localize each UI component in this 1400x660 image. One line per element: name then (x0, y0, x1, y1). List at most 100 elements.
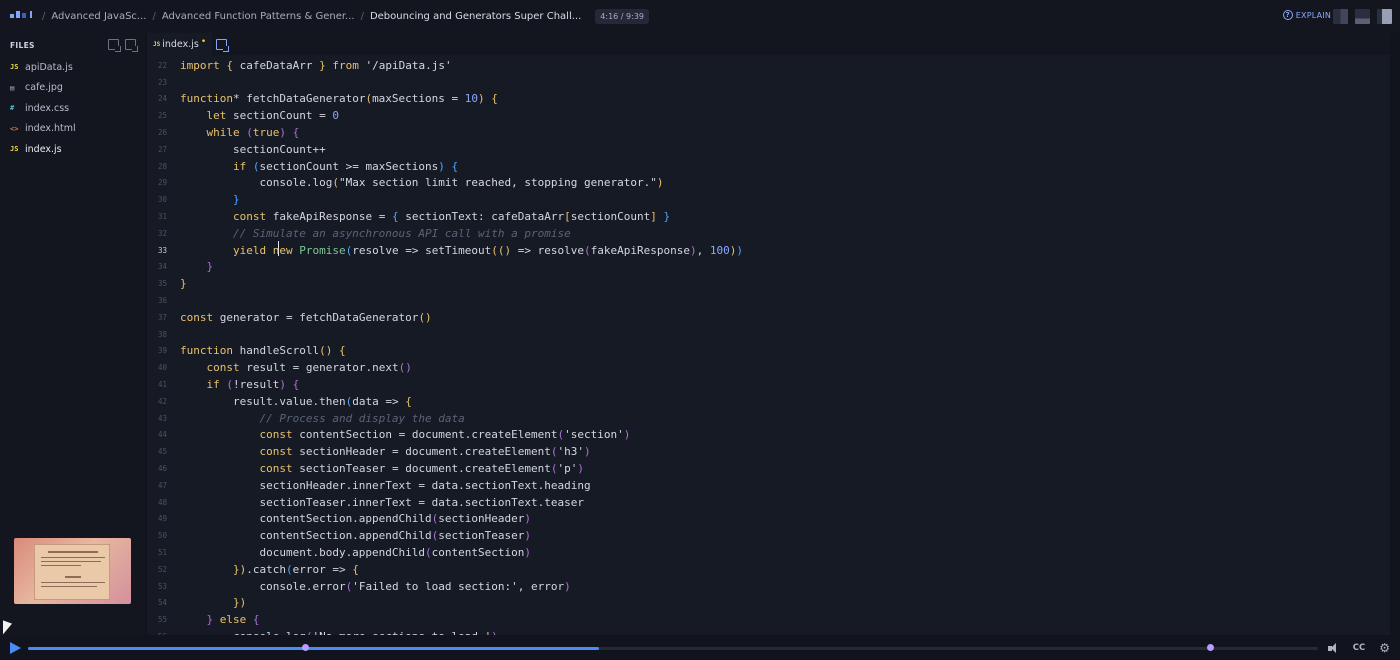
code-line[interactable]: 32 // Simulate an asynchronous API call … (147, 225, 1390, 242)
code-line[interactable]: 40 const result = generator.next() (147, 359, 1390, 376)
code-line[interactable]: 46 const sectionTeaser = document.create… (147, 460, 1390, 477)
code-token: } (206, 260, 214, 274)
code-line[interactable]: 45 const sectionHeader = document.create… (147, 443, 1390, 460)
code-token: contentSection.appendChild (180, 529, 432, 543)
code-line[interactable]: 24 function * fetchDataGenerator(maxSectio… (147, 91, 1390, 108)
breadcrumb-label[interactable]: Advanced JavaSc... (51, 11, 146, 22)
code-token: ) (690, 243, 697, 257)
code-line[interactable]: 37 const generator = fetchDataGenerator() (147, 309, 1390, 326)
code-line[interactable]: 30 } (147, 191, 1390, 208)
code-line[interactable]: 22 import { cafeDataArr } from '/apiData.… (147, 57, 1390, 74)
code-line[interactable]: 47 sectionHeader.innerText = data.sectio… (147, 477, 1390, 494)
code-line[interactable]: 29 console.log("Max section limit reache… (147, 175, 1390, 192)
preview-thumbnail[interactable] (14, 538, 131, 604)
file-item-index-css[interactable]: # index.css (0, 98, 145, 119)
play-icon[interactable] (10, 642, 21, 654)
code-line[interactable]: 52 }) .catch(error => { (147, 561, 1390, 578)
code-line[interactable]: 54 }) (147, 595, 1390, 612)
code-line[interactable]: 35} (147, 275, 1390, 292)
video-player-bar: CC ⚙ (0, 635, 1400, 660)
breadcrumb-module[interactable]: / Advanced Function Patterns & Gener... (146, 11, 354, 22)
code-area[interactable]: 22 import { cafeDataArr } from '/apiData.… (147, 57, 1390, 635)
breadcrumb-course[interactable]: / Advanced JavaSc... (36, 11, 146, 22)
code-line[interactable]: 55 } else { (147, 611, 1390, 628)
layout-console-icon[interactable] (1355, 9, 1370, 24)
gear-icon[interactable]: ⚙ (1379, 641, 1390, 655)
code-token: console.log (180, 176, 333, 190)
code-token: const (232, 210, 273, 224)
code-token: from (332, 58, 366, 72)
new-folder-icon[interactable] (125, 39, 138, 52)
code-line[interactable]: 34 } (147, 259, 1390, 276)
progress-fill (28, 646, 600, 650)
code-token: , (696, 243, 710, 257)
code-token: cafeDataArr (239, 58, 320, 72)
editor-scrollbar[interactable] (1390, 33, 1400, 635)
volume-icon[interactable] (1327, 642, 1339, 654)
line-number: 44 (157, 430, 167, 440)
player-controls: CC ⚙ (1327, 641, 1390, 655)
code-token: sectionCount (570, 210, 651, 224)
code-token: ( (252, 159, 260, 173)
new-file-icon[interactable] (108, 39, 121, 52)
file-name: index.css (25, 102, 70, 114)
line-number: 48 (157, 497, 167, 507)
code-line[interactable]: 36 (147, 292, 1390, 309)
line-number: 38 (157, 329, 167, 339)
layout-preview-icon[interactable] (1377, 9, 1392, 24)
code-line[interactable]: 25 let sectionCount = 0 (147, 107, 1390, 124)
code-token: 'p' (557, 462, 578, 476)
code-token: "Max section limit reached, stopping gen… (338, 176, 657, 190)
code-token: 100 (709, 243, 730, 257)
file-item-apidata[interactable]: JS apiData.js (0, 57, 145, 78)
code-line[interactable]: 49 contentSection.appendChild(sectionHea… (147, 511, 1390, 528)
code-line[interactable]: 28 if (sectionCount >= maxSections) { (147, 158, 1390, 175)
file-name: apiData.js (25, 61, 73, 73)
captions-button[interactable]: CC (1353, 643, 1365, 653)
code-token: const (259, 462, 300, 476)
chapter-marker[interactable] (1207, 644, 1215, 651)
code-line[interactable]: 31 const fakeApiResponse = { sectionText… (147, 208, 1390, 225)
code-line[interactable]: 44 const contentSection = document.creat… (147, 427, 1390, 444)
code-line[interactable]: 56 console.log('No more sections to load… (147, 628, 1390, 635)
explain-button[interactable]: ? EXPLAIN (1282, 10, 1331, 20)
code-token: ) (656, 176, 664, 190)
code-token: result = generator.next (246, 361, 399, 375)
layout-split-icon[interactable] (1333, 9, 1348, 24)
js-file-icon: JS (10, 63, 19, 72)
top-bar: / Advanced JavaSc... / Advanced Function P… (0, 0, 1400, 33)
code-line[interactable]: 38 (147, 326, 1390, 343)
code-token: { (391, 210, 406, 224)
code-line[interactable]: 23 (147, 74, 1390, 91)
code-token: else (219, 613, 253, 627)
file-item-index-html[interactable]: <> index.html (0, 119, 145, 140)
file-item-cafe-jpg[interactable]: ▤ cafe.jpg (0, 78, 145, 99)
file-item-index-js[interactable]: JS index.js (0, 139, 145, 160)
line-number: 35 (157, 279, 167, 289)
progress-track[interactable] (28, 644, 1318, 651)
line-number: 30 (157, 195, 167, 205)
code-line[interactable]: 26 while (true) { (147, 124, 1390, 141)
new-tab-icon[interactable] (216, 38, 230, 52)
code-token: fakeApiResponse (590, 243, 690, 257)
breadcrumb-label[interactable]: Advanced Function Patterns & Gener... (162, 11, 355, 22)
code-line[interactable]: 27 sectionCount++ (147, 141, 1390, 158)
code-line[interactable]: 50 contentSection.appendChild(sectionTea… (147, 527, 1390, 544)
tab-index-js[interactable]: JS index.js • (147, 33, 213, 55)
code-token: error => (292, 562, 353, 576)
chapter-marker[interactable] (301, 644, 309, 651)
code-line[interactable]: 43 // Process and display the data (147, 410, 1390, 427)
code-line[interactable]: 53 console.error('Failed to load section… (147, 578, 1390, 595)
code-line[interactable]: 41 if (!result) { (147, 376, 1390, 393)
line-number: 24 (157, 94, 167, 104)
code-line[interactable]: 33 yield new Promise(resolve => setTimeo… (147, 242, 1390, 259)
code-line[interactable]: 42 result.value.then(data => { (147, 393, 1390, 410)
line-number: 27 (157, 144, 167, 154)
code-line[interactable]: 51 document.body.appendChild(contentSect… (147, 544, 1390, 561)
code-line[interactable]: 39 function handleScroll() { (147, 343, 1390, 360)
code-token: } (232, 193, 240, 207)
code-line[interactable]: 48 sectionTeaser.innerText = data.sectio… (147, 494, 1390, 511)
scrimba-logo-icon[interactable] (10, 11, 32, 18)
